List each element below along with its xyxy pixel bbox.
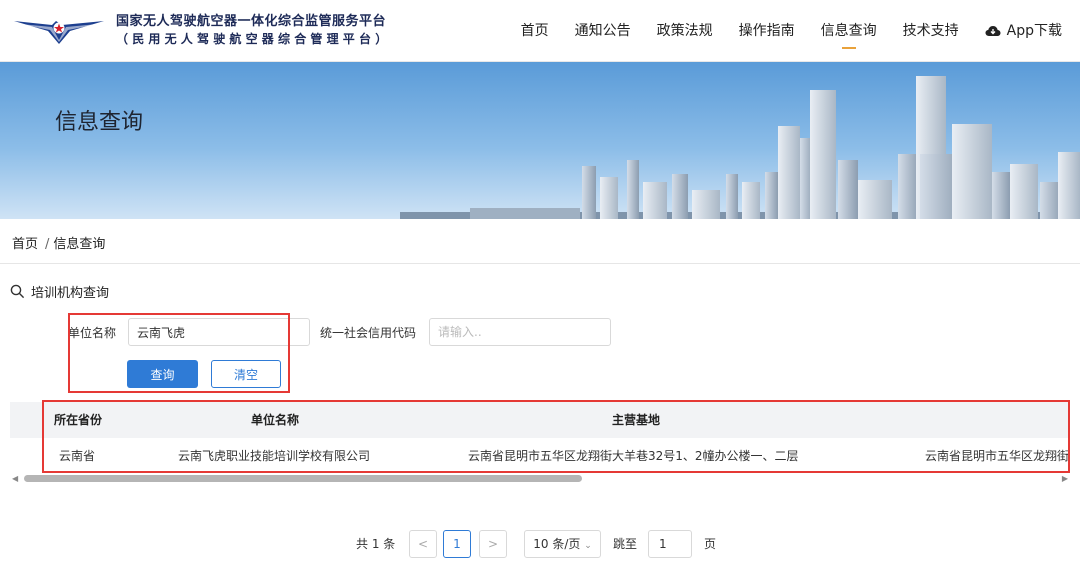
cell-province: 云南省 — [59, 449, 96, 463]
column-header-province: 所在省份 — [54, 413, 103, 427]
nav-item-app-download[interactable]: App下载 — [985, 0, 1062, 62]
search-icon — [10, 284, 25, 299]
brand-title: 国家无人驾驶航空器一体化综合监管服务平台 （民用无人驾驶航空器综合管理平台） — [116, 14, 391, 47]
clear-button[interactable]: 清空 — [211, 360, 281, 388]
brand-title-line1: 国家无人驾驶航空器一体化综合监管服务平台 — [116, 14, 387, 29]
credit-code-label: 统一社会信用代码 — [320, 326, 417, 340]
main-nav: 首页 通知公告 政策法规 操作指南 信息查询 技术支持 App下载 — [495, 0, 1062, 62]
scroll-left-arrow-icon[interactable]: ◀ — [12, 474, 18, 484]
cloud-download-icon — [985, 26, 1001, 36]
cell-base: 云南省昆明市五华区龙翔街大羊巷32号1、2幢办公楼一、二层 — [468, 449, 799, 463]
section-title: 培训机构查询 — [10, 282, 109, 301]
top-header: 国家无人驾驶航空器一体化综合监管服务平台 （民用无人驾驶航空器综合管理平台） 首… — [0, 0, 1080, 62]
chevron-down-icon: ⌄ — [584, 541, 592, 551]
jump-page-input[interactable] — [648, 530, 692, 558]
page-size-select[interactable]: 10 条/页 ⌄ — [524, 530, 601, 558]
caac-logo-icon[interactable] — [12, 12, 106, 48]
credit-code-input[interactable] — [429, 318, 611, 346]
cell-unit-name: 云南飞虎职业技能培训学校有限公司 — [178, 449, 371, 463]
breadcrumb-home-link[interactable]: 首页 — [12, 237, 38, 252]
unit-name-input[interactable] — [128, 318, 310, 346]
pagination: 共 1 条 < 1 > 10 条/页 ⌄ 跳至 页 — [0, 530, 1080, 558]
city-skyline-illustration — [400, 76, 1080, 219]
table-row[interactable]: 云南省 云南飞虎职业技能培训学校有限公司 云南省昆明市五华区龙翔街大羊巷32号1… — [10, 438, 1070, 474]
query-button[interactable]: 查询 — [127, 360, 198, 388]
nav-item-policies[interactable]: 政策法规 — [657, 0, 713, 62]
nav-item-notices[interactable]: 通知公告 — [575, 0, 631, 62]
page-size-value: 10 条/页 — [533, 537, 581, 551]
page-suffix: 页 — [704, 537, 717, 551]
section-title-label: 培训机构查询 — [31, 286, 110, 301]
cell-extra: 云南省昆明市五华区龙翔街大羊巷32号1、2幢办公楼一、二层 — [925, 449, 1070, 463]
pagination-total: 共 1 条 — [356, 537, 396, 551]
page-banner: 信息查询 — [0, 62, 1080, 219]
breadcrumb: 首页 / 信息查询 — [12, 233, 109, 252]
breadcrumb-separator: / — [45, 237, 50, 252]
nav-item-guide[interactable]: 操作指南 — [739, 0, 795, 62]
breadcrumb-divider — [0, 263, 1080, 264]
scroll-right-arrow-icon[interactable]: ▶ — [1062, 474, 1068, 484]
scroll-thumb[interactable] — [24, 475, 582, 482]
app-download-label: App下载 — [1006, 23, 1062, 39]
horizontal-scrollbar[interactable]: ◀ ▶ — [10, 474, 1070, 484]
next-page-button[interactable]: > — [479, 530, 507, 558]
page-1-button[interactable]: 1 — [443, 530, 471, 558]
column-header-base: 主营基地 — [612, 413, 661, 427]
nav-item-tech-support[interactable]: 技术支持 — [903, 0, 959, 62]
column-header-unit-name: 单位名称 — [251, 413, 300, 427]
brand-title-line2: （民用无人驾驶航空器综合管理平台） — [116, 32, 392, 46]
jump-label: 跳至 — [613, 537, 638, 551]
unit-name-label: 单位名称 — [68, 326, 117, 340]
table-header: 所在省份 单位名称 主营基地 — [10, 402, 1070, 438]
breadcrumb-current: 信息查询 — [53, 237, 106, 252]
nav-item-info-query[interactable]: 信息查询 — [821, 0, 877, 62]
prev-page-button[interactable]: < — [409, 530, 437, 558]
nav-item-home[interactable]: 首页 — [521, 0, 549, 62]
banner-title: 信息查询 — [55, 110, 144, 135]
